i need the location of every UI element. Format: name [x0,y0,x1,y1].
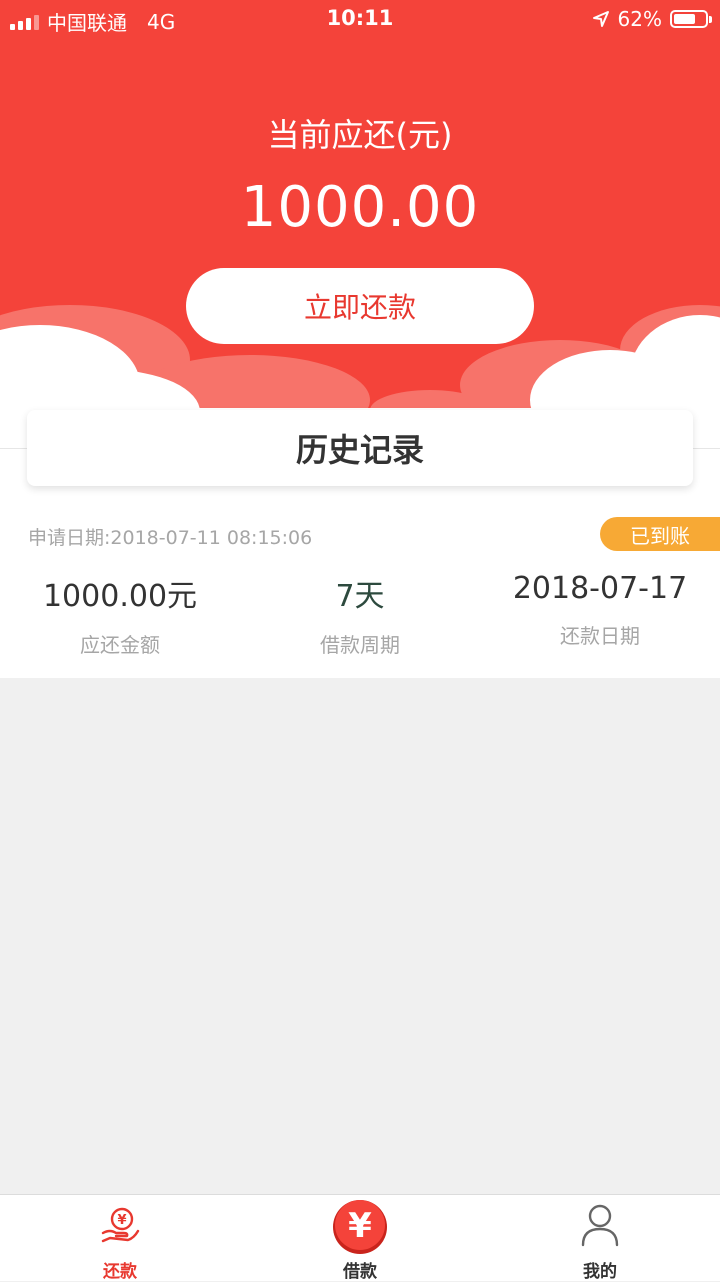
repay-amount-column: 1000.00元 应还金额 [0,571,240,658]
repay-now-button[interactable]: 立即还款 [186,268,534,344]
location-arrow-icon [592,11,609,27]
repay-date-column: 2018-07-17 还款日期 [480,571,720,649]
repay-date-value: 2018-07-17 [512,571,688,606]
yen-coin-icon: ¥ [333,1200,387,1254]
history-title-card: 历史记录 [27,410,693,486]
loan-period-value: 7天 [335,579,385,614]
loan-period-label: 借款周期 [320,633,400,657]
user-icon [581,1204,619,1247]
header-banner: 中国联通 4G 10:11 62% 当前应还(元) 1000.00 立即还款 [0,0,720,412]
svg-text:¥: ¥ [348,1206,372,1246]
battery-percent: 62% [617,7,662,31]
tab-mine-label: 我的 [583,1262,617,1282]
tab-repay[interactable]: ¥ 还款 [0,1195,240,1282]
status-right: 62% [592,7,712,31]
due-amount: 1000.00 [240,175,480,240]
tab-borrow-label: 借款 [343,1262,377,1282]
repay-date-label: 还款日期 [560,624,640,648]
tab-mine[interactable]: 我的 [480,1195,720,1282]
tab-borrow[interactable]: ¥ 借款 [240,1195,480,1282]
svg-text:¥: ¥ [117,1213,126,1228]
due-label: 当前应还(元) [267,116,453,154]
tab-repay-label: 还款 [103,1262,137,1282]
repay-amount-label: 应还金额 [80,633,160,657]
bottom-tab-bar: ¥ 还款 ¥ 借款 我的 [0,1194,720,1282]
apply-date: 申请日期:2018-07-11 08:15:06 [28,527,313,549]
battery-icon [670,10,712,28]
loan-period-column: 7天 借款周期 [240,571,480,658]
hand-yen-icon: ¥ [101,1207,140,1243]
repay-amount-value: 1000.00元 [42,579,198,614]
status-badge: 已到账 [600,517,720,551]
status-bar: 中国联通 4G 10:11 62% [0,0,720,40]
